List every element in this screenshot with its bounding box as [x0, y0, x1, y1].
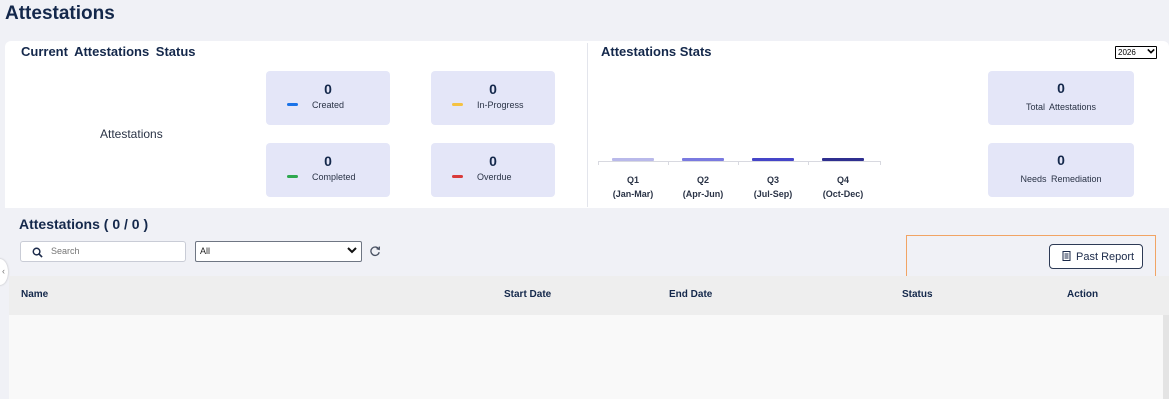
completed-count: 0 [324, 153, 332, 169]
axis-tick [880, 161, 881, 165]
axis-tick [738, 161, 739, 165]
search-input[interactable] [51, 243, 179, 258]
column-header-end-date[interactable]: End Date [669, 289, 712, 300]
completed-card[interactable]: 0 Completed [266, 143, 390, 197]
section-divider [587, 43, 588, 207]
q2-tick-label: Q2 (Apr-Jun) [668, 173, 738, 201]
chevron-left-icon: ‹ [2, 266, 5, 276]
status-filter-select[interactable]: All [195, 241, 362, 262]
search-box[interactable] [20, 241, 186, 262]
year-value: 2026 [1118, 48, 1136, 57]
in-progress-count: 0 [489, 81, 497, 97]
overdue-count: 0 [489, 153, 497, 169]
needs-remediation-count: 0 [1057, 152, 1065, 168]
total-attestations-label: Total Attestations [1025, 102, 1097, 112]
q4-tick-label: Q4 (Oct-Dec) [808, 173, 878, 201]
overdue-label: Overdue [477, 172, 512, 182]
column-header-name[interactable]: Name [21, 289, 48, 300]
table-header: Name Start Date End Date Status Action [9, 276, 1169, 316]
donut-chart-label: Attestations [100, 127, 163, 141]
q4-range: (Oct-Dec) [822, 189, 864, 199]
past-report-label: Past Report [1076, 251, 1135, 263]
total-attestations-count: 0 [1057, 80, 1065, 96]
created-count: 0 [324, 81, 332, 97]
q2-range: (Apr-Jun) [682, 189, 724, 199]
q1-range: (Jan-Mar) [612, 189, 654, 199]
year-select[interactable]: 2026 [1115, 46, 1157, 59]
completed-legend-dash [287, 175, 298, 178]
q4-name: Q4 [836, 175, 849, 185]
axis-tick [598, 161, 599, 165]
summary-panel: Current Attestations Status Attestations… [5, 41, 1169, 208]
chevron-down-icon [346, 244, 358, 258]
column-header-status[interactable]: Status [902, 289, 933, 300]
needs-remediation-label: Needs Remediation [1020, 174, 1102, 184]
status-filter-value: All [200, 246, 211, 256]
page-title: Attestations [5, 3, 115, 24]
created-label: Created [312, 100, 345, 110]
q3-tick-label: Q3 (Jul-Sep) [738, 173, 808, 201]
completed-label: Completed [312, 172, 356, 182]
column-header-start-date[interactable]: Start Date [504, 289, 551, 300]
q1-tick-label: Q1 (Jan-Mar) [598, 173, 668, 201]
past-report-button[interactable]: Past Report [1049, 244, 1143, 269]
axis-tick [668, 161, 669, 165]
in-progress-legend-dash [452, 103, 463, 106]
axis-tick [808, 161, 809, 165]
table-body [9, 315, 1165, 399]
q2-name: Q2 [696, 175, 709, 185]
refresh-icon[interactable] [369, 244, 381, 262]
attestations-list-title: Attestations ( 0 / 0 ) [19, 216, 149, 232]
in-progress-card[interactable]: 0 In-Progress [431, 71, 555, 125]
q1-name: Q1 [626, 175, 639, 185]
quarter-axis [598, 161, 881, 162]
created-legend-dash [287, 103, 298, 106]
overdue-legend-dash [452, 175, 463, 178]
q3-range: (Jul-Sep) [753, 189, 793, 199]
chevron-down-icon [1147, 47, 1155, 58]
total-attestations-card[interactable]: 0 Total Attestations [988, 71, 1134, 125]
sidebar-collapse-toggle[interactable]: ‹ [0, 259, 8, 285]
status-section-title: Current Attestations Status [21, 44, 196, 59]
in-progress-label: In-Progress [477, 100, 524, 110]
table-scrollbar[interactable] [1163, 315, 1169, 399]
needs-remediation-card[interactable]: 0 Needs Remediation [988, 143, 1134, 197]
report-icon [1062, 251, 1071, 264]
q3-name: Q3 [766, 175, 779, 185]
overdue-card[interactable]: 0 Overdue [431, 143, 555, 197]
column-header-action: Action [1067, 289, 1099, 300]
created-card[interactable]: 0 Created [266, 71, 390, 125]
stats-section-title: Attestations Stats [601, 44, 712, 59]
search-icon [32, 245, 43, 263]
